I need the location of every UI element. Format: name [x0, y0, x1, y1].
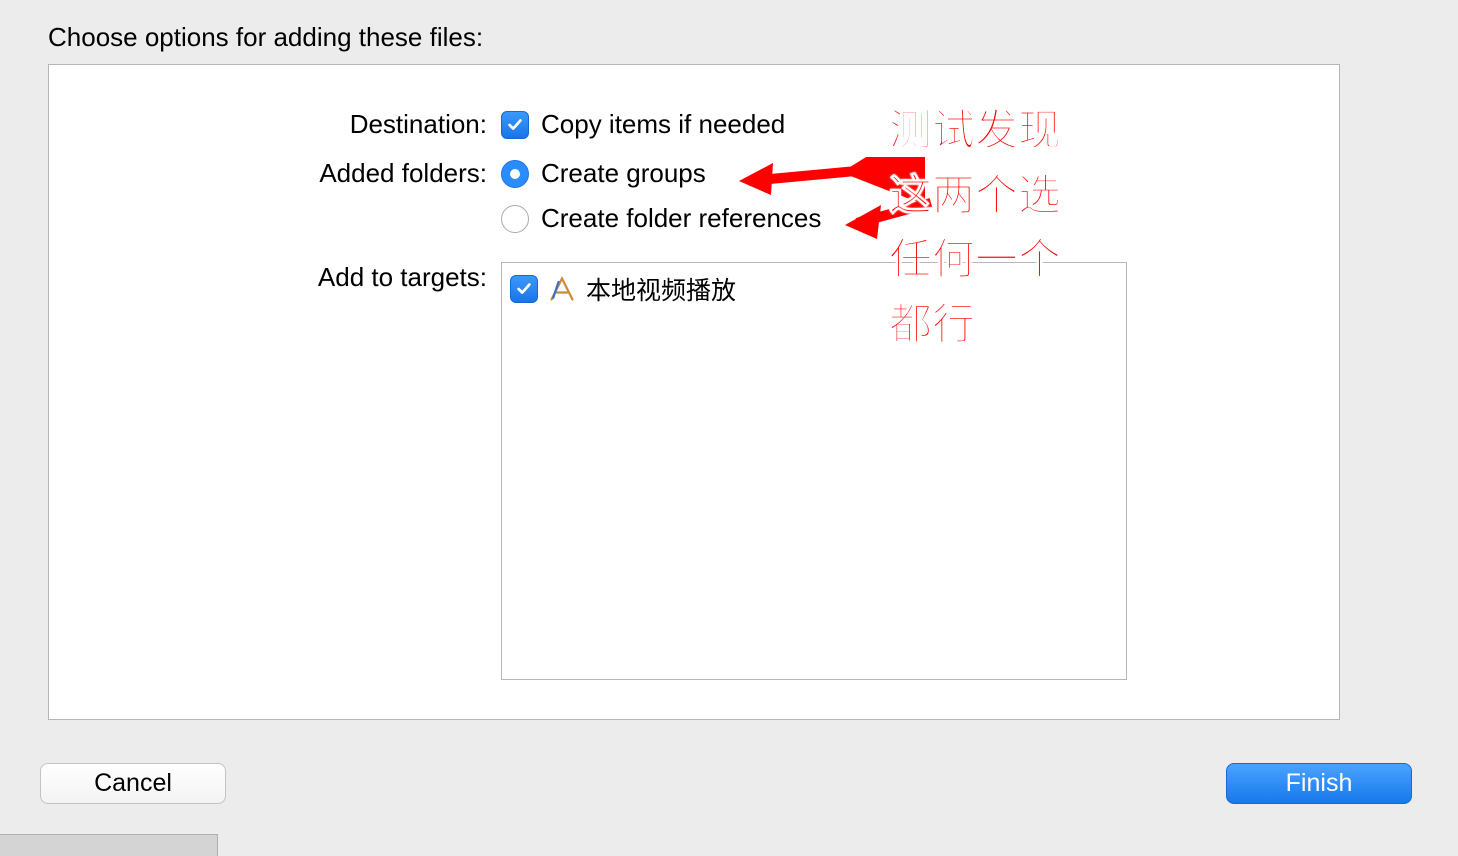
target-name: 本地视频播放 — [586, 271, 736, 307]
create-groups-label: Create groups — [541, 158, 706, 189]
create-folder-refs-radio[interactable] — [501, 205, 529, 233]
bottom-strip — [0, 834, 218, 856]
destination-row: Destination: Copy items if needed — [49, 109, 1339, 140]
finish-button[interactable]: Finish — [1226, 763, 1412, 804]
radio-dot-icon — [510, 169, 520, 179]
cancel-button[interactable]: Cancel — [40, 763, 226, 804]
target-checkbox[interactable] — [510, 275, 538, 303]
create-folder-refs-label: Create folder references — [541, 203, 821, 234]
create-groups-radio[interactable] — [501, 160, 529, 188]
added-folders-label: Added folders: — [49, 158, 501, 189]
options-panel: Destination: Copy items if needed Added … — [48, 64, 1340, 720]
add-to-targets-row: Add to targets: 本地视频播放 — [49, 262, 1339, 680]
add-to-targets-label: Add to targets: — [49, 262, 501, 293]
targets-list[interactable]: 本地视频播放 — [501, 262, 1127, 680]
checkmark-icon — [506, 116, 524, 134]
target-row[interactable]: 本地视频播放 — [510, 269, 1118, 309]
destination-label: Destination: — [49, 109, 501, 140]
copy-items-checkbox[interactable] — [501, 111, 529, 139]
added-folders-row: Added folders: Create groups Create fold… — [49, 158, 1339, 234]
checkmark-icon — [515, 280, 533, 298]
copy-items-label: Copy items if needed — [541, 109, 785, 140]
dialog-title: Choose options for adding these files: — [0, 0, 1458, 69]
app-icon — [548, 275, 576, 303]
button-bar: Cancel Finish — [0, 763, 1458, 804]
